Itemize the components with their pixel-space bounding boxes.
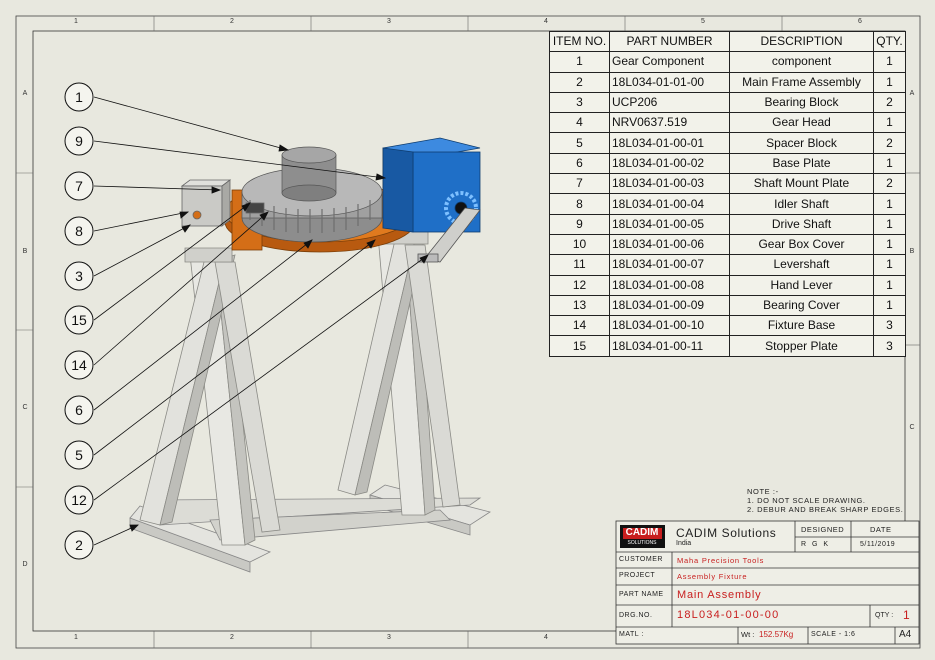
part-name-label: PART NAME (619, 591, 664, 598)
sheet-size: A4 (899, 629, 912, 640)
logo-subtext: SOLUTIONS (627, 540, 657, 546)
part-name-value: Main Assembly (677, 589, 762, 601)
date-value: 5/11/2019 (860, 541, 896, 548)
scale-label: SCALE - 1:6 (811, 631, 856, 638)
weight-value: 152.57Kg (759, 630, 794, 639)
designed-label: DESIGNED (801, 525, 845, 534)
designed-value: R G K (801, 541, 831, 548)
customer-value: Maha Precision Tools (677, 556, 765, 565)
weight-label: Wt : (741, 630, 755, 639)
logo-text: CADIM (625, 527, 659, 538)
title-block-frame (615, 520, 920, 645)
material-label: MATL : (619, 631, 644, 638)
company-country: India (676, 540, 692, 547)
customer-label: CUSTOMER (619, 556, 663, 563)
drawing-number-label: DRG.NO. (619, 612, 653, 619)
qty-value: 1 (903, 608, 910, 622)
date-label: DATE (870, 525, 892, 534)
project-label: PROJECT (619, 572, 656, 579)
project-value: Assembly Fixture (677, 572, 748, 581)
qty-label: QTY : (875, 612, 894, 619)
drawing-number-value: 18L034-01-00-00 (677, 609, 780, 621)
company-name: CADIM Solutions (676, 526, 777, 540)
